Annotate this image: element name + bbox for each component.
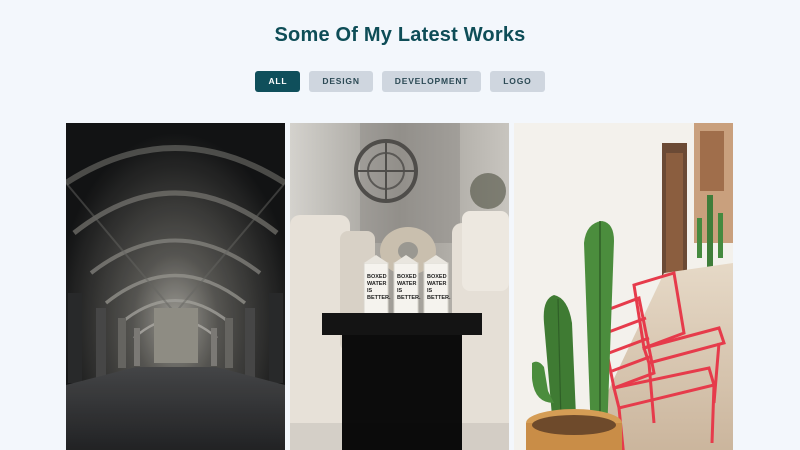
carton-text-1d: BETTER. [367, 295, 391, 301]
filter-development-button[interactable]: DEVELOPMENT [381, 71, 482, 92]
boxed-water-photo: BOXED WATER IS BETTER. BOXED WATER IS BE… [290, 123, 509, 450]
portfolio-gallery: BOXED WATER IS BETTER. BOXED WATER IS BE… [66, 123, 733, 450]
portfolio-section: Some Of My Latest Works ALL DESIGN DEVEL… [0, 0, 800, 450]
carton-text-1b: WATER [367, 281, 386, 287]
work-item-cactus[interactable] [514, 123, 733, 450]
carton-text-2c: IS [397, 288, 403, 294]
corridor-photo [66, 123, 285, 450]
work-item-boxed-water[interactable]: BOXED WATER IS BETTER. BOXED WATER IS BE… [290, 123, 509, 450]
carton-text-1c: IS [367, 288, 373, 294]
filter-logo-button[interactable]: LOGO [490, 71, 545, 92]
carton-text-3d: BETTER. [427, 295, 451, 301]
carton-text-3c: IS [427, 288, 433, 294]
carton-text-1a: BOXED [367, 274, 387, 280]
work-item-corridor[interactable] [66, 123, 285, 450]
filter-design-button[interactable]: DESIGN [309, 71, 373, 92]
section-title: Some Of My Latest Works [274, 24, 526, 46]
carton-text-2a: BOXED [397, 274, 417, 280]
carton-text-2d: BETTER. [397, 295, 421, 301]
portfolio-filter-bar: ALL DESIGN DEVELOPMENT LOGO [0, 71, 800, 92]
cactus-chairs-photo [514, 123, 733, 450]
filter-all-button[interactable]: ALL [255, 71, 301, 92]
carton-text-2b: WATER [397, 281, 416, 287]
carton-text-3a: BOXED [427, 274, 447, 280]
carton-text-3b: WATER [427, 281, 446, 287]
